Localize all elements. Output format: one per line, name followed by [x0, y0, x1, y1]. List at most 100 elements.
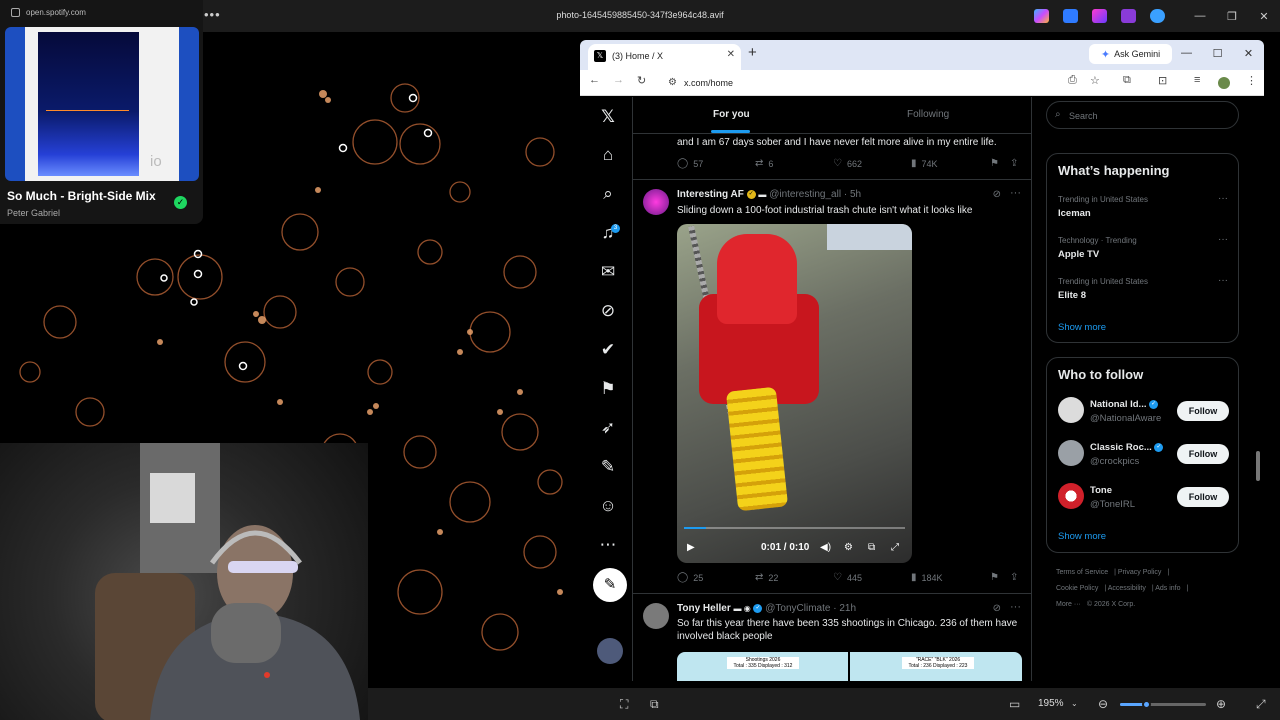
- grok-explain-icon[interactable]: ⊘: [993, 189, 1001, 200]
- address-bar[interactable]: ⚙ x.com/home: [664, 73, 1060, 93]
- articles-icon[interactable]: ✎: [597, 456, 619, 478]
- reload-icon[interactable]: ↻: [637, 74, 646, 87]
- jobs-rocket-icon[interactable]: ➶: [597, 417, 619, 439]
- reply-button[interactable]: ◯ 57: [677, 158, 703, 169]
- reply-button[interactable]: ◯ 25: [677, 572, 703, 583]
- follow-button[interactable]: Follow: [1177, 487, 1229, 507]
- bookmark-button[interactable]: ⚑: [990, 572, 999, 583]
- browser-menu-icon[interactable]: ⋮: [1246, 74, 1257, 87]
- visual-search-icon[interactable]: ⧉: [650, 697, 659, 712]
- trend-name[interactable]: Elite 8: [1058, 290, 1086, 301]
- explore-search-icon[interactable]: ⌕: [597, 183, 619, 205]
- account-handle[interactable]: @NationalAware: [1090, 413, 1161, 424]
- account-avatar[interactable]: [1058, 483, 1084, 509]
- picture-in-picture-icon[interactable]: ⧉: [868, 542, 875, 553]
- trend-more-icon[interactable]: ···: [1218, 234, 1228, 245]
- settings-gear-icon[interactable]: ⚙: [844, 542, 853, 553]
- url-text[interactable]: x.com/home: [684, 78, 733, 88]
- post-avatar[interactable]: [643, 189, 669, 215]
- fullscreen-icon[interactable]: ⤢: [1256, 697, 1266, 712]
- video-progress-bar[interactable]: [684, 527, 905, 529]
- zoom-level[interactable]: 195%: [1038, 698, 1064, 709]
- more-link[interactable]: More ···: [1056, 601, 1081, 608]
- zoom-slider[interactable]: [1120, 700, 1206, 709]
- messages-mail-icon[interactable]: ✉: [597, 261, 619, 283]
- tab-search-icon[interactable]: ⊡: [1158, 74, 1167, 87]
- extensions-icon[interactable]: ⧉: [1123, 74, 1131, 87]
- tab-for-you[interactable]: For you: [713, 109, 750, 120]
- home-icon[interactable]: ⌂: [597, 144, 619, 166]
- repost-button[interactable]: ⇄ 22: [755, 572, 778, 583]
- minimize-icon[interactable]: —: [1184, 0, 1216, 32]
- cookie-link[interactable]: Cookie Policy: [1056, 585, 1098, 592]
- post-avatar[interactable]: [643, 603, 669, 629]
- account-name[interactable]: National Id... ✓: [1090, 399, 1159, 410]
- profile-avatar[interactable]: [1218, 77, 1230, 89]
- post-more-icon[interactable]: ···: [1010, 187, 1021, 199]
- verified-orgs-icon[interactable]: ✔: [597, 339, 619, 361]
- account-name[interactable]: Classic Roc... ✓: [1090, 442, 1164, 453]
- crop-icon[interactable]: ⛶: [620, 697, 628, 712]
- copilot-icon[interactable]: [1034, 9, 1049, 23]
- ask-gemini-button[interactable]: ✦ Ask Gemini: [1089, 44, 1172, 64]
- zoom-in-icon[interactable]: ⊕: [1216, 697, 1226, 711]
- scrollbar-thumb[interactable]: [1256, 451, 1260, 481]
- trend-more-icon[interactable]: ···: [1218, 275, 1228, 286]
- trend-more-icon[interactable]: ···: [1218, 193, 1228, 204]
- site-info-icon[interactable]: ⚙: [668, 77, 677, 88]
- post-more-icon[interactable]: ···: [1010, 601, 1021, 613]
- account-avatar[interactable]: [597, 638, 623, 664]
- follow-button[interactable]: Follow: [1177, 444, 1229, 464]
- like-button[interactable]: ♡ 445: [833, 572, 862, 583]
- post-author[interactable]: Tony Heller: [677, 603, 731, 614]
- app-icon-violet[interactable]: [1121, 9, 1136, 23]
- zoom-slider-thumb[interactable]: [1141, 700, 1151, 709]
- like-button[interactable]: ♡ 662: [833, 158, 862, 169]
- saved-check-icon[interactable]: ✓: [174, 196, 187, 209]
- browser-maximize-icon[interactable]: ☐: [1202, 40, 1233, 66]
- song-title[interactable]: So Much - Bright-Side Mix: [7, 189, 165, 203]
- views-button[interactable]: ▮ 184K: [911, 572, 943, 583]
- post-author[interactable]: Interesting AF: [677, 189, 744, 200]
- privacy-link[interactable]: Privacy Policy: [1118, 569, 1162, 576]
- video-fullscreen-icon[interactable]: ⤢: [891, 542, 899, 553]
- share-button[interactable]: ⇪: [1010, 572, 1018, 583]
- page-scrollbar[interactable]: [1254, 97, 1262, 681]
- bookmark-star-icon[interactable]: ☆: [1090, 74, 1100, 87]
- post-handle[interactable]: @TonyClimate · 21h: [765, 603, 856, 614]
- post-image-map-1[interactable]: Shootings 2026 Total : 335 Displayed : 3…: [677, 652, 848, 681]
- app-icon-blue[interactable]: [1063, 9, 1078, 23]
- grok-explain-icon[interactable]: ⊘: [993, 603, 1001, 614]
- volume-icon[interactable]: ◀): [820, 542, 831, 553]
- app-icon-purple[interactable]: [1092, 9, 1107, 23]
- x-logo-icon[interactable]: 𝕏: [597, 106, 619, 128]
- account-avatar[interactable]: [1058, 440, 1084, 466]
- bookmarks-icon[interactable]: ⚑: [597, 378, 619, 400]
- tab-close-icon[interactable]: ✕: [727, 49, 735, 60]
- compose-post-button[interactable]: ✎: [593, 568, 627, 602]
- install-app-icon[interactable]: ⎙: [1068, 74, 1077, 87]
- search-input[interactable]: ⌕ Search: [1046, 101, 1239, 129]
- views-button[interactable]: ▮ 74K: [911, 158, 938, 169]
- accessibility-link[interactable]: Accessibility: [1108, 585, 1146, 592]
- browser-minimize-icon[interactable]: —: [1171, 40, 1202, 66]
- bookmark-button[interactable]: ⚑: [990, 158, 999, 169]
- maximize-icon[interactable]: ❐: [1216, 0, 1248, 32]
- tab-x-home[interactable]: 𝕏 (3) Home / X ✕: [588, 44, 741, 70]
- post-video[interactable]: ▶ 0:01 / 0:10 ◀) ⚙ ⧉ ⤢: [677, 224, 912, 563]
- trend-name[interactable]: Iceman: [1058, 208, 1091, 219]
- account-name[interactable]: Tone: [1090, 485, 1112, 496]
- zoom-out-icon[interactable]: ⊖: [1098, 697, 1108, 711]
- post-image-map-2[interactable]: "RACE" "BLK" 2026 Total : 236 Displayed …: [850, 652, 1022, 681]
- follow-button[interactable]: Follow: [1177, 401, 1229, 421]
- account-handle[interactable]: @ToneIRL: [1090, 499, 1135, 510]
- reading-list-icon[interactable]: ≡: [1194, 74, 1200, 86]
- viewer-more-icon[interactable]: •••: [204, 7, 221, 22]
- tab-following[interactable]: Following: [907, 109, 949, 120]
- album-art[interactable]: io: [5, 27, 199, 181]
- cloud-icon[interactable]: [1150, 9, 1165, 23]
- fit-window-icon[interactable]: ▭: [1009, 697, 1020, 711]
- browser-close-icon[interactable]: ✕: [1233, 40, 1264, 66]
- terms-link[interactable]: Terms of Service: [1056, 569, 1108, 576]
- song-artist[interactable]: Peter Gabriel: [7, 208, 60, 218]
